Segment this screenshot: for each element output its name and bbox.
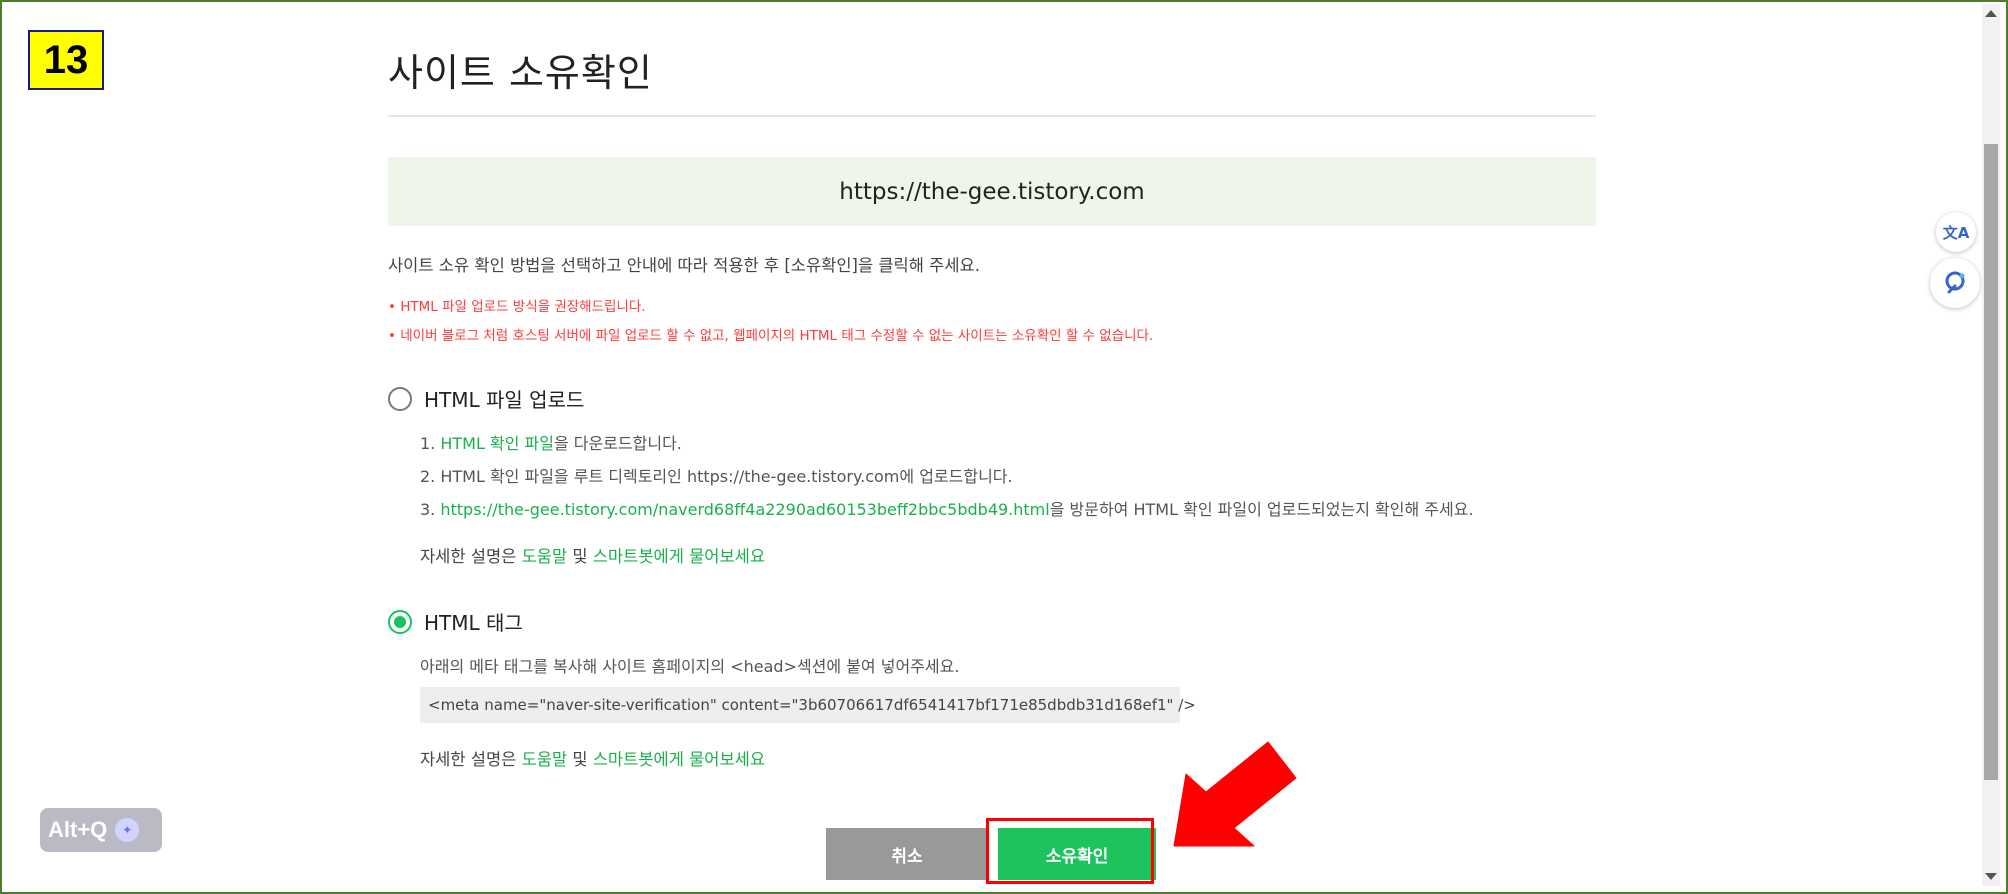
html-tag-description: 아래의 메타 태그를 복사해 사이트 홈페이지의 <head>섹션에 붙여 넣어… — [420, 657, 960, 676]
radio-html-tag[interactable] — [388, 609, 412, 634]
radio-file-upload[interactable] — [388, 386, 412, 411]
altq-label: Alt+Q — [48, 817, 108, 842]
download-html-file-link[interactable]: HTML 확인 파일 — [440, 434, 554, 453]
scroll-down-arrow-icon[interactable] — [1985, 873, 1997, 880]
tag-help-prefix: 자세한 설명은 — [420, 750, 522, 769]
smartbot-link[interactable]: 스마트봇에게 물어보세요 — [593, 750, 765, 769]
file-step-2: 2. HTML 확인 파일을 루트 디렉토리인 https://the-gee.… — [420, 467, 1013, 486]
file-help-prefix: 자세한 설명은 — [420, 547, 522, 566]
file-help-text: 자세한 설명은 도움말 및 스마트봇에게 물어보세요 — [420, 543, 765, 567]
smartbot-link[interactable]: 스마트봇에게 물어보세요 — [593, 547, 765, 566]
assistant-button[interactable] — [1930, 258, 1980, 308]
method-html-tag-option[interactable]: HTML 태그 — [388, 607, 523, 636]
file-step-3-suffix: 을 방문하여 HTML 확인 파일이 업로드되었는지 확인해 주세요. — [1049, 500, 1474, 519]
assistant-icon — [1945, 271, 1965, 294]
file-step-1-prefix: 1. — [420, 434, 441, 453]
translate-icon: 文A — [1942, 223, 1970, 242]
notice-recommend: • HTML 파일 업로드 방식을 권장해드립니다. — [388, 299, 646, 315]
translate-button[interactable]: 文A — [1936, 212, 1976, 252]
method-file-upload-label: HTML 파일 업로드 — [424, 388, 585, 412]
page-title: 사이트 소유확인 — [388, 51, 653, 95]
meta-tag-code[interactable]: <meta name="naver-site-verification" con… — [428, 696, 1196, 714]
site-url: https://the-gee.tistory.com — [839, 178, 1145, 205]
help-link[interactable]: 도움말 — [522, 547, 568, 566]
method-file-upload-option[interactable]: HTML 파일 업로드 — [388, 384, 584, 413]
radio-selected-dot — [394, 615, 406, 628]
tag-help-mid: 및 — [567, 750, 593, 769]
scroll-up-arrow-icon[interactable] — [1985, 10, 1997, 17]
cancel-button[interactable]: 취소 — [826, 828, 988, 880]
scrollbar-thumb[interactable] — [1984, 144, 1998, 780]
altq-assistant-icon: ✦ — [115, 818, 140, 842]
vertical-scrollbar[interactable] — [1982, 4, 2000, 886]
window-frame — [0, 0, 2008, 894]
meta-tag-code-box[interactable]: <meta name="naver-site-verification" con… — [420, 687, 1196, 723]
file-step-1: 1. HTML 확인 파일을 다운로드합니다. — [420, 430, 682, 454]
title-divider — [388, 115, 1596, 117]
altq-shortcut-badge[interactable]: Alt+Q ✦ — [40, 808, 162, 852]
help-link[interactable]: 도움말 — [522, 750, 568, 769]
method-html-tag-label: HTML 태그 — [424, 611, 523, 635]
file-step-1-suffix: 을 다운로드합니다. — [553, 434, 682, 453]
file-step-3-prefix: 3. — [420, 500, 441, 519]
step-number-badge: 13 — [28, 30, 104, 90]
file-step-3: 3. https://the-gee.tistory.com/naverd68f… — [420, 496, 1474, 520]
notice-restriction: • 네이버 블로그 처럼 호스팅 서버에 파일 업로드 할 수 없고, 웹페이지… — [388, 328, 1154, 344]
file-help-mid: 및 — [567, 547, 593, 566]
annotation-arrow-icon — [1173, 741, 1297, 847]
verification-file-url-link[interactable]: https://the-gee.tistory.com/naverd68ff4a… — [440, 500, 1049, 519]
confirm-button-highlight-box — [986, 818, 1154, 884]
tag-help-text: 자세한 설명은 도움말 및 스마트봇에게 물어보세요 — [420, 746, 765, 770]
guide-text: 사이트 소유 확인 방법을 선택하고 안내에 따라 적용한 후 [소유확인]을 … — [388, 256, 980, 275]
site-url-box: https://the-gee.tistory.com — [388, 157, 1596, 226]
